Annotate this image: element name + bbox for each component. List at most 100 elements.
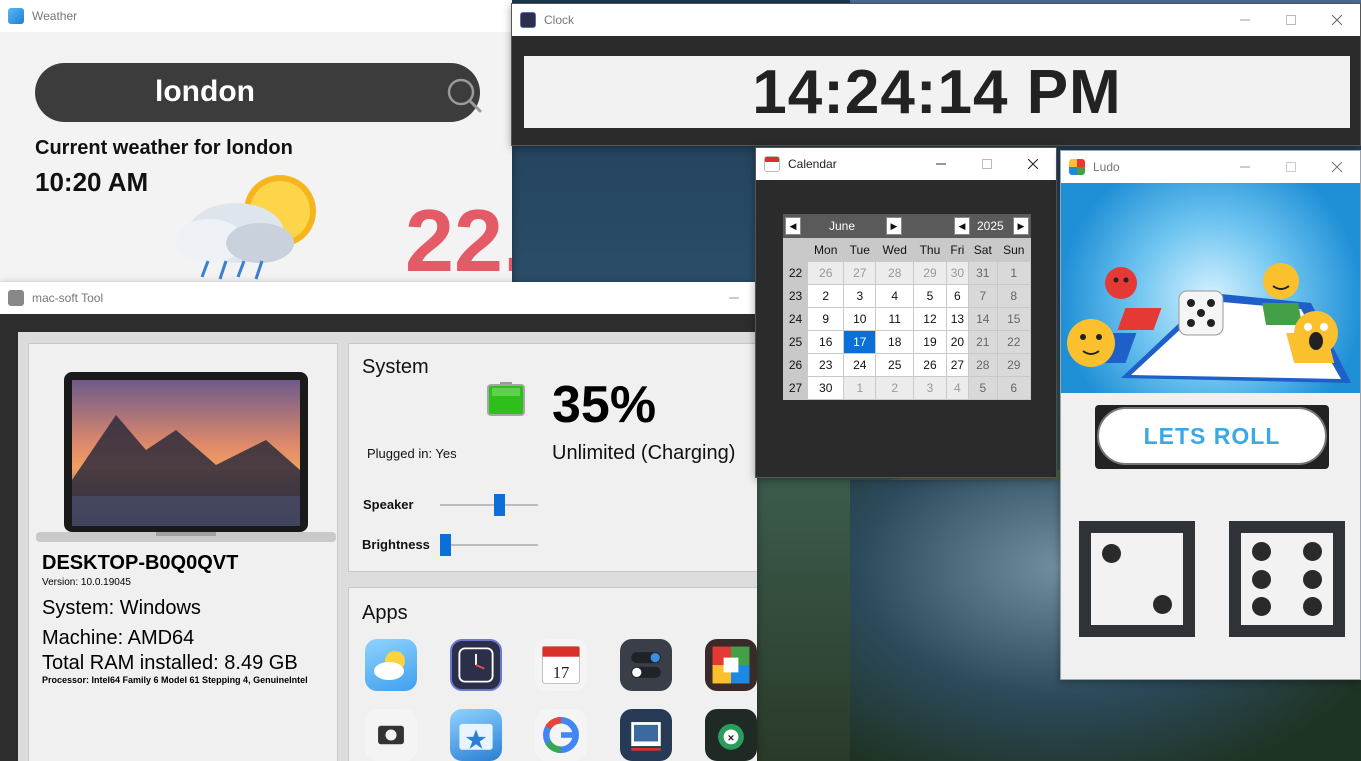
calendar-day[interactable]: 27 — [945, 353, 970, 377]
maximize-icon — [1286, 15, 1296, 25]
calendar-day[interactable]: 28 — [968, 353, 998, 377]
calendar-day[interactable]: 5 — [913, 284, 947, 308]
calendar-day[interactable]: 5 — [968, 376, 998, 400]
calendar-app-icon — [764, 156, 780, 172]
calendar-day[interactable]: 26 — [806, 261, 845, 285]
brightness-slider-thumb[interactable] — [440, 534, 451, 556]
weather-titlebar[interactable]: Weather — [0, 0, 512, 32]
calendar-day[interactable]: 4 — [875, 284, 915, 308]
calendar-day[interactable]: 24 — [843, 353, 877, 377]
svg-text:×: × — [728, 732, 734, 744]
calendar-day[interactable]: 6 — [945, 284, 970, 308]
calendar-day[interactable]: 12 — [913, 307, 947, 331]
clock-time: 14:24:14 PM — [752, 57, 1122, 127]
weather-app-icon[interactable] — [365, 639, 417, 691]
toggle-app-icon[interactable] — [620, 639, 672, 691]
calendar-day[interactable]: 18 — [875, 330, 915, 354]
minimize-button[interactable] — [1222, 4, 1268, 36]
prev-year-button[interactable]: ◀ — [954, 217, 970, 235]
tool-titlebar[interactable]: mac-soft Tool — [0, 282, 757, 314]
minimize-button[interactable] — [1222, 151, 1268, 183]
city-search-input[interactable]: london — [35, 75, 375, 109]
ludo-banner-image — [1061, 183, 1360, 393]
calendar-day[interactable]: 19 — [913, 330, 947, 354]
calendar-titlebar[interactable]: Calendar — [756, 148, 1056, 180]
device-machine: Machine: AMD64 — [42, 627, 195, 649]
calendar-day[interactable]: 6 — [996, 376, 1032, 400]
calendar-day[interactable]: 29 — [996, 353, 1032, 377]
calendar-day[interactable]: 10 — [843, 307, 877, 331]
google-app-icon[interactable] — [535, 709, 587, 761]
calendar-app-icon[interactable]: 17 — [535, 639, 587, 691]
calendar-day[interactable]: 16 — [806, 330, 845, 354]
calendar-day[interactable]: 7 — [968, 284, 998, 308]
files-app-icon[interactable] — [450, 709, 502, 761]
lets-roll-button[interactable]: LETS ROLL — [1097, 407, 1327, 465]
speaker-slider[interactable] — [440, 494, 538, 516]
calendar-day[interactable]: 11 — [875, 307, 915, 331]
next-month-button[interactable]: ▶ — [886, 217, 902, 235]
calendar-day[interactable]: 31 — [968, 261, 998, 285]
ludo-window: Ludo LETS ROLL — [1060, 150, 1361, 680]
calendar-day[interactable]: 25 — [875, 353, 915, 377]
photo-app-icon[interactable] — [620, 709, 672, 761]
laptop-image — [36, 372, 336, 542]
calendar-day[interactable]: 1 — [843, 376, 877, 400]
calendar-day[interactable]: 2 — [806, 284, 845, 308]
calendar-day[interactable]: 2 — [875, 376, 915, 400]
city-search-field[interactable]: london — [35, 63, 483, 122]
next-year-button[interactable]: ▶ — [1013, 217, 1029, 235]
ludo-titlebar[interactable]: Ludo — [1061, 151, 1360, 183]
svg-text:17: 17 — [553, 663, 570, 682]
calendar-day[interactable]: 8 — [996, 284, 1032, 308]
calendar-day[interactable]: 29 — [913, 261, 947, 285]
calendar-day[interactable]: 27 — [843, 261, 877, 285]
calendar-day-selected[interactable]: 17 — [843, 330, 877, 354]
screenshot-app-icon[interactable] — [365, 709, 417, 761]
week-number: 27 — [783, 376, 808, 400]
calendar-day[interactable]: 1 — [996, 261, 1032, 285]
close-button[interactable] — [1010, 148, 1056, 180]
die-one-face — [1091, 533, 1183, 625]
speaker-slider-thumb[interactable] — [494, 494, 505, 516]
close-icon — [1332, 15, 1342, 25]
calendar-day[interactable]: 15 — [996, 307, 1032, 331]
calendar-day[interactable]: 20 — [945, 330, 970, 354]
minimize-button[interactable] — [711, 282, 757, 314]
prev-month-button[interactable]: ◀ — [785, 217, 801, 235]
window-title: mac-soft Tool — [32, 291, 104, 305]
calendar-day[interactable]: 21 — [968, 330, 998, 354]
calendar-day[interactable]: 22 — [996, 330, 1032, 354]
maximize-button[interactable] — [1268, 151, 1314, 183]
calendar-week-row: 26 23 24 25 26 27 28 29 — [783, 353, 1032, 377]
calendar-day[interactable]: 4 — [945, 376, 970, 400]
maximize-button[interactable] — [1268, 4, 1314, 36]
maximize-button[interactable] — [964, 148, 1010, 180]
calendar-day[interactable]: 30 — [806, 376, 845, 400]
search-icon[interactable] — [445, 76, 483, 114]
close-button[interactable] — [1314, 151, 1360, 183]
calendar-header: ◀ June ▶ ◀ 2025 ▶ — [783, 214, 1031, 238]
calendar-day[interactable]: 3 — [913, 376, 947, 400]
calendar-day[interactable]: 26 — [913, 353, 947, 377]
minimize-button[interactable] — [918, 148, 964, 180]
die-one — [1079, 521, 1195, 637]
close-button[interactable] — [1314, 4, 1360, 36]
calendar-day[interactable]: 3 — [843, 284, 877, 308]
calendar-days: 22 26 27 28 29 30 31 1 23 2 3 4 5 6 7 8 24 9 10 11 12 13 14 15 2… — [783, 261, 1032, 400]
clock-app-icon[interactable] — [450, 639, 502, 691]
weekday-header: Mon — [806, 238, 845, 262]
calendar-day[interactable]: 28 — [875, 261, 915, 285]
calendar-day[interactable]: 9 — [806, 307, 845, 331]
calendar-day[interactable]: 14 — [968, 307, 998, 331]
calendar-day[interactable]: 30 — [945, 261, 970, 285]
clock-titlebar[interactable]: Clock — [512, 4, 1360, 36]
calendar-week-row: 24 9 10 11 12 13 14 15 — [783, 307, 1032, 331]
brightness-slider[interactable] — [440, 534, 538, 556]
window-title: Clock — [544, 13, 575, 27]
calendar-day[interactable]: 13 — [945, 307, 970, 331]
game-app-icon[interactable]: × — [705, 709, 757, 761]
ludo-app-icon[interactable] — [705, 639, 757, 691]
calendar-day[interactable]: 23 — [806, 353, 845, 377]
brightness-slider-track — [440, 544, 538, 546]
